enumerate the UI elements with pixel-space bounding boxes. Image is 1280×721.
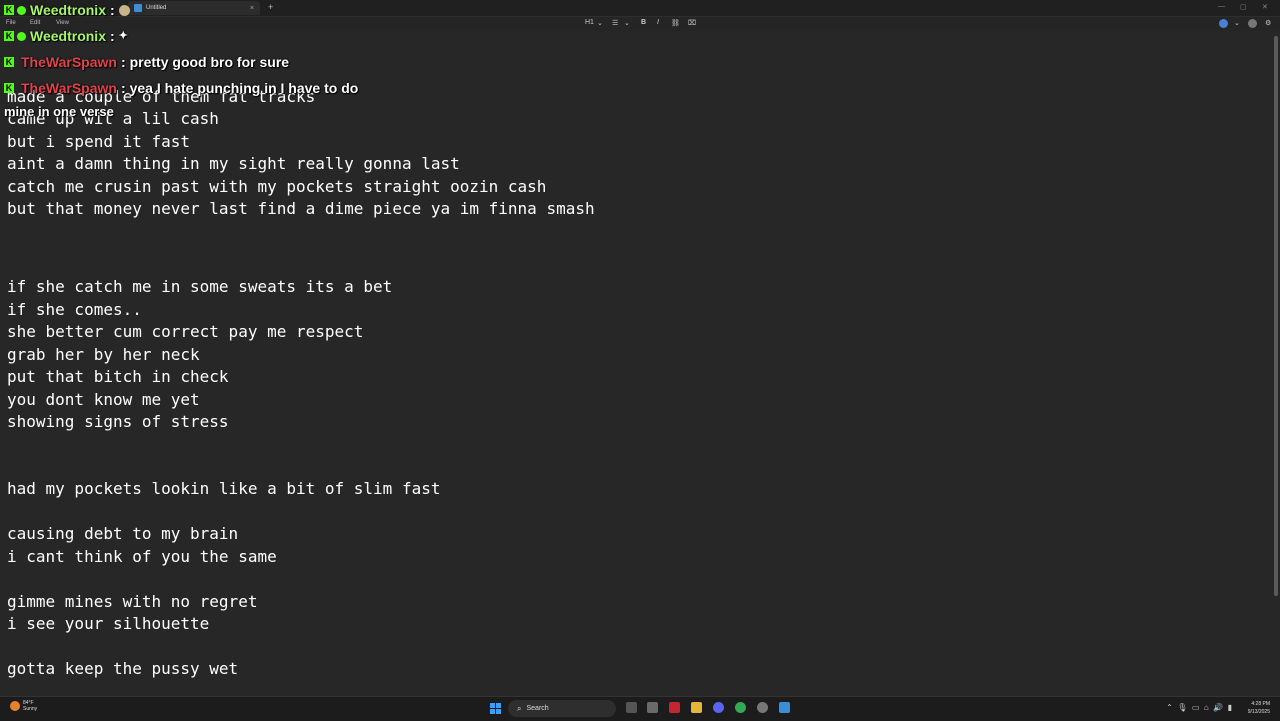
file-explorer-icon[interactable] xyxy=(691,702,702,713)
menu-file[interactable]: File xyxy=(6,20,16,26)
chat-separator: : xyxy=(120,80,126,96)
editor-line: you dont know me yet xyxy=(7,390,200,409)
editor-line: had my pockets lookin like a bit of slim… xyxy=(7,479,441,498)
close-window-button[interactable]: ✕ xyxy=(1262,3,1268,11)
chat-message: K TheWarSpawn : yea I hate punching in I… xyxy=(4,80,358,96)
clock-date: 9/13/2025 xyxy=(1247,709,1270,715)
chevron-down-icon[interactable]: ⌄ xyxy=(624,19,630,27)
editor-line: showing signs of stress xyxy=(7,412,229,431)
editor-scrollbar[interactable] xyxy=(1274,36,1278,596)
clear-format-icon[interactable]: ⌧ xyxy=(688,19,696,27)
chat-text: yea I hate punching in I have to do xyxy=(129,80,359,96)
editor-line: causing debt to my brain xyxy=(7,524,239,543)
list-icon[interactable]: ☰ xyxy=(612,19,618,27)
emote-icon: ✦ xyxy=(118,30,128,42)
menu-view[interactable]: View xyxy=(56,20,69,26)
editor-line: aint a damn thing in my sight really gon… xyxy=(7,154,460,173)
weather-desc: Sunny xyxy=(23,706,38,712)
tab-untitled[interactable]: Untitled × xyxy=(128,1,260,15)
bold-button[interactable]: B xyxy=(641,19,646,26)
chat-text-continuation: mine in one verse xyxy=(4,104,114,119)
menu-bar: File Edit View H1 ⌄ ☰ ⌄ B I ⛓ ⌧ ⌄ ⚙ xyxy=(0,17,1280,31)
sun-icon xyxy=(10,701,20,711)
weather-widget[interactable]: 84°F Sunny xyxy=(10,700,37,712)
adobe-icon[interactable] xyxy=(669,702,680,713)
task-view-icon[interactable] xyxy=(626,702,637,713)
chat-username: Weedtronix xyxy=(30,2,106,18)
editor-line: but i spend it fast xyxy=(7,132,191,151)
chat-text: pretty good bro for sure xyxy=(129,54,290,70)
editor-line: if she catch me in some sweats its a bet xyxy=(7,277,393,296)
verified-badge-icon xyxy=(17,31,26,41)
kick-icon: K xyxy=(4,31,14,41)
notepad-icon[interactable] xyxy=(779,702,790,713)
account-icon[interactable] xyxy=(1248,19,1257,28)
italic-button[interactable]: I xyxy=(657,19,659,26)
emote-icon xyxy=(118,4,130,16)
kick-icon: K xyxy=(4,5,14,15)
tab-title: Untitled xyxy=(146,5,167,11)
link-icon[interactable]: ⛓ xyxy=(671,19,680,27)
chat-message: K Weedtronix : xyxy=(4,2,130,18)
chat-separator: : xyxy=(109,2,115,18)
editor-line: if she comes.. xyxy=(7,300,142,319)
system-tray[interactable]: ⌃ 🎙 ▭ ⌂ 🔊 ▮ xyxy=(1166,703,1232,712)
title-bar: Untitled × + — ▢ ✕ xyxy=(0,0,1280,17)
taskbar: 84°F Sunny ⌕ Search ⌃ 🎙 ▭ ⌂ 🔊 ▮ 4:28 PM … xyxy=(0,696,1280,721)
text-editor[interactable]: made a couple of them fat tracks came up… xyxy=(7,86,1267,686)
store-icon[interactable] xyxy=(647,702,658,713)
search-icon: ⌕ xyxy=(517,703,522,713)
clock-time: 4:28 PM xyxy=(1251,701,1270,707)
maximize-button[interactable]: ▢ xyxy=(1240,3,1247,11)
editor-line: she better cum correct pay me respect xyxy=(7,322,364,341)
menu-edit[interactable]: Edit xyxy=(30,20,40,26)
chrome-icon[interactable] xyxy=(735,702,746,713)
tab-close-button[interactable]: × xyxy=(250,5,254,12)
chat-message: K Weedtronix : ✦ xyxy=(4,28,131,44)
chat-separator: : xyxy=(109,28,115,44)
kick-icon: K xyxy=(4,57,14,67)
editor-line: i cant think of you the same xyxy=(7,547,277,566)
windows-start-icon[interactable] xyxy=(490,703,501,714)
notepad-icon xyxy=(134,4,142,12)
taskbar-search[interactable]: ⌕ Search xyxy=(508,700,616,717)
kick-icon: K xyxy=(4,83,14,93)
chat-separator: : xyxy=(120,54,126,70)
editor-line: gimme mines with no regret xyxy=(7,592,258,611)
editor-line: gotta keep the pussy wet xyxy=(7,659,239,678)
chevron-down-icon[interactable]: ⌄ xyxy=(597,19,603,27)
chat-message: K TheWarSpawn : pretty good bro for sure xyxy=(4,54,289,70)
discord-icon[interactable] xyxy=(713,702,724,713)
search-label: Search xyxy=(526,705,549,712)
chat-username: TheWarSpawn xyxy=(21,54,117,70)
copilot-icon[interactable] xyxy=(1219,19,1228,28)
editor-line: catch me crusin past with my pockets str… xyxy=(7,177,547,196)
verified-badge-icon xyxy=(17,5,26,15)
clock[interactable]: 4:28 PM 9/13/2025 xyxy=(1248,700,1270,716)
editor-line: grab her by her neck xyxy=(7,345,200,364)
settings-gear-icon[interactable]: ⚙ xyxy=(1265,19,1271,27)
chat-username: Weedtronix xyxy=(30,28,106,44)
obs-icon[interactable] xyxy=(757,702,768,713)
editor-line: i see your silhouette xyxy=(7,614,210,633)
chat-username: TheWarSpawn xyxy=(21,80,117,96)
new-tab-button[interactable]: + xyxy=(268,2,273,12)
minimize-button[interactable]: — xyxy=(1218,3,1225,10)
editor-line: but that money never last find a dime pi… xyxy=(7,199,595,218)
heading-select[interactable]: H1 xyxy=(585,19,594,26)
editor-line: put that bitch in check xyxy=(7,367,229,386)
chevron-down-icon[interactable]: ⌄ xyxy=(1234,19,1240,27)
